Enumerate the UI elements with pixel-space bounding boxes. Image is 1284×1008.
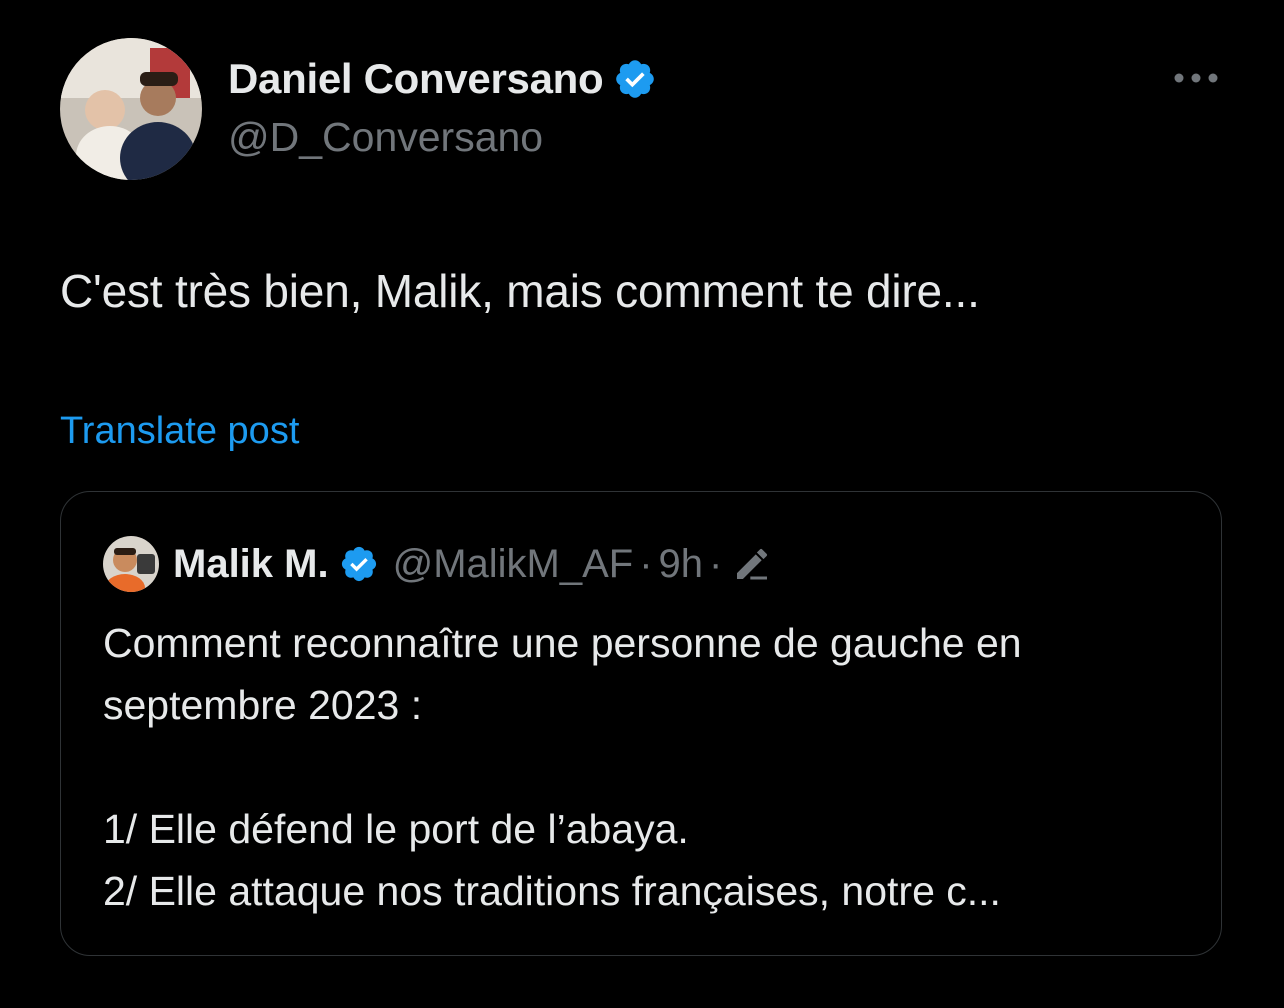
verified-badge-icon bbox=[613, 57, 657, 101]
edit-pencil-icon[interactable] bbox=[732, 544, 772, 584]
author-name[interactable]: Daniel Conversano bbox=[228, 55, 604, 103]
quoted-post-line: 2/ Elle attaque nos traditions française… bbox=[103, 868, 1001, 914]
quoted-author-name[interactable]: Malik M. bbox=[173, 542, 329, 587]
quoted-post-text: Comment reconnaître une personne de gauc… bbox=[103, 612, 1193, 922]
quoted-post-line: 1/ Elle défend le port de l’abaya. bbox=[103, 806, 689, 852]
more-horizontal-icon bbox=[1174, 73, 1218, 83]
post-text: C'est très bien, Malik, mais comment te … bbox=[60, 265, 980, 317]
separator-dot: · bbox=[709, 541, 723, 586]
quoted-author-avatar[interactable] bbox=[103, 536, 159, 592]
author-handle[interactable]: @D_Conversano bbox=[228, 114, 543, 161]
quoted-post-header: Malik M. @MalikM_AF · 9h · bbox=[103, 534, 772, 594]
quoted-post-time[interactable]: 9h bbox=[659, 542, 704, 587]
translate-post-link[interactable]: Translate post bbox=[60, 410, 299, 453]
quoted-post-line: Comment reconnaître une personne de gauc… bbox=[103, 620, 1022, 666]
author-name-row: Daniel Conversano bbox=[228, 52, 657, 106]
author-avatar-image bbox=[60, 38, 202, 180]
quoted-author-handle[interactable]: @MalikM_AF bbox=[393, 542, 634, 587]
quoted-post-line: septembre 2023 : bbox=[103, 682, 423, 728]
more-options-button[interactable] bbox=[1166, 60, 1226, 96]
verified-badge-icon bbox=[339, 544, 379, 584]
author-avatar[interactable] bbox=[60, 38, 202, 180]
quoted-post-card[interactable]: Malik M. @MalikM_AF · 9h · Comment recon… bbox=[60, 491, 1222, 956]
separator-dot: · bbox=[639, 541, 653, 586]
quoted-author-avatar-image bbox=[103, 536, 159, 592]
quoted-post-blank-line bbox=[103, 736, 1193, 798]
